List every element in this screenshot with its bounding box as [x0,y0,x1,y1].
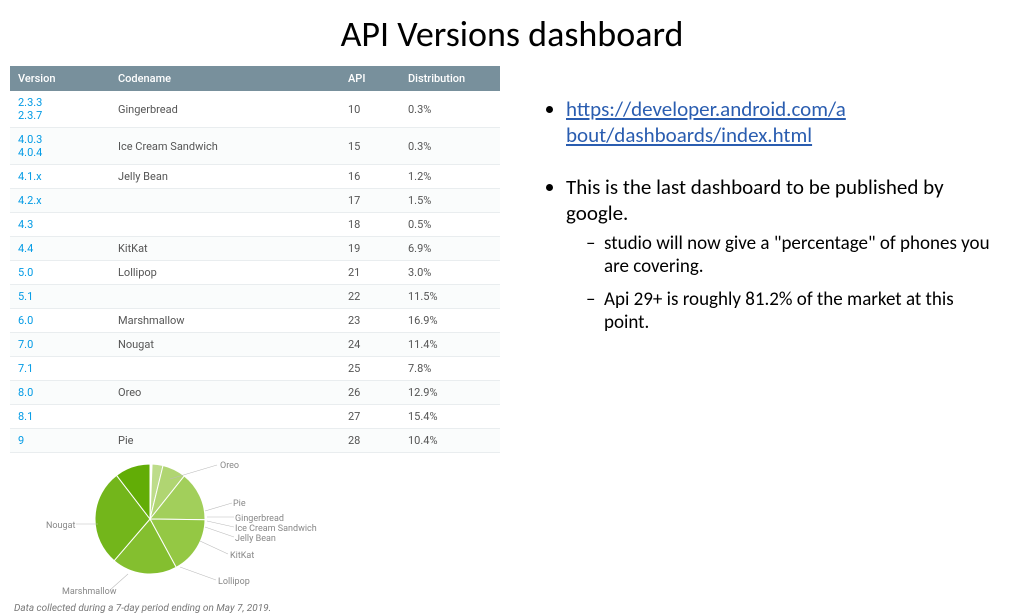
cell-dist: 0.3% [400,128,500,165]
pie-svg [90,459,210,579]
cell-dist: 6.9% [400,237,500,261]
cell-version: 5.0 [10,261,110,285]
pie-label-gingerbread: Gingerbread [235,514,284,524]
pie-label-jellybean: Jelly Bean [235,534,276,544]
cell-codename: Jelly Bean [110,165,340,189]
cell-api: 21 [340,261,400,285]
cell-codename: Gingerbread [110,91,340,128]
cell-dist: 11.4% [400,333,500,357]
cell-api: 24 [340,333,400,357]
cell-api: 16 [340,165,400,189]
cell-api: 19 [340,237,400,261]
cell-api: 10 [340,91,400,128]
col-codename: Codename [110,66,340,91]
cell-version: 7.0 [10,333,110,357]
cell-dist: 12.9% [400,381,500,405]
table-row: 8.1 2715.4% [10,405,500,429]
cell-dist: 10.4% [400,429,500,453]
cell-codename: Marshmallow [110,309,340,333]
cell-api: 22 [340,285,400,309]
cell-dist: 15.4% [400,405,500,429]
cell-codename [110,357,340,381]
cell-codename [110,405,340,429]
table-row: 4.4KitKat196.9% [10,237,500,261]
cell-api: 26 [340,381,400,405]
cell-codename [110,213,340,237]
table-row: 5.0Lollipop213.0% [10,261,500,285]
dashboard-link[interactable]: https://developer.android.com/about/dash… [566,96,846,148]
link-line1: https://developer.android.com/a [566,96,846,122]
cell-version: 2.3.32.3.7 [10,91,110,128]
cell-dist: 1.5% [400,189,500,213]
cell-api: 27 [340,405,400,429]
col-version: Version [10,66,110,91]
cell-dist: 11.5% [400,285,500,309]
cell-codename: Pie [110,429,340,453]
table-row: 7.1 257.8% [10,357,500,381]
cell-dist: 0.5% [400,213,500,237]
cell-version: 5.1 [10,285,110,309]
cell-dist: 16.9% [400,309,500,333]
pie-label-ics: Ice Cream Sandwich [235,524,317,534]
right-column: https://developer.android.com/about/dash… [510,56,1014,614]
bullet-last-dashboard: This is the last dashboard to be publish… [566,174,994,334]
table-row: 4.2.x 171.5% [10,189,500,213]
cell-api: 28 [340,429,400,453]
pie-label-lollipop: Lollipop [218,577,250,587]
cell-codename: Nougat [110,333,340,357]
cell-version: 9 [10,429,110,453]
cell-version: 8.1 [10,405,110,429]
pie-label-pie: Pie [233,499,246,509]
cell-version: 4.3 [10,213,110,237]
versions-table: Version Codename API Distribution 2.3.32… [10,66,500,453]
cell-version: 4.0.34.0.4 [10,128,110,165]
cell-dist: 3.0% [400,261,500,285]
cell-dist: 1.2% [400,165,500,189]
table-row: 5.1 2211.5% [10,285,500,309]
cell-dist: 0.3% [400,91,500,128]
table-row: 8.0Oreo2612.9% [10,381,500,405]
table-row: 2.3.32.3.7Gingerbread100.3% [10,91,500,128]
pie-label-oreo: Oreo [220,461,239,471]
pie-chart: Oreo Pie Gingerbread Ice Cream Sandwich … [10,459,500,599]
pie-label-nougat: Nougat [46,521,75,531]
cell-dist: 7.8% [400,357,500,381]
cell-api: 23 [340,309,400,333]
table-row: 9Pie2810.4% [10,429,500,453]
cell-api: 25 [340,357,400,381]
bullet-link: https://developer.android.com/about/dash… [566,96,994,148]
link-line2: bout/dashboards/index.html [566,122,812,148]
cell-version: 4.2.x [10,189,110,213]
table-row: 7.0Nougat2411.4% [10,333,500,357]
cell-codename: Oreo [110,381,340,405]
sub-bullet-studio: studio will now give a "percentage" of p… [586,232,994,278]
cell-api: 18 [340,213,400,237]
page-title: API Versions dashboard [0,0,1024,56]
pie-label-marshmallow: Marshmallow [62,587,116,597]
cell-api: 17 [340,189,400,213]
cell-version: 6.0 [10,309,110,333]
sub-bullet-api29: Api 29+ is roughly 81.2% of the market a… [586,288,994,334]
cell-version: 7.1 [10,357,110,381]
cell-codename: Ice Cream Sandwich [110,128,340,165]
table-row: 4.3 180.5% [10,213,500,237]
pie-label-kitkat: KitKat [230,551,254,561]
footnote: Data collected during a 7-day period end… [10,603,510,614]
cell-codename: Lollipop [110,261,340,285]
cell-version: 8.0 [10,381,110,405]
bullet-last-text: This is the last dashboard to be publish… [566,174,944,226]
table-row: 4.0.34.0.4Ice Cream Sandwich150.3% [10,128,500,165]
col-api: API [340,66,400,91]
table-row: 4.1.xJelly Bean161.2% [10,165,500,189]
cell-codename [110,285,340,309]
cell-codename [110,189,340,213]
cell-version: 4.4 [10,237,110,261]
left-column: Version Codename API Distribution 2.3.32… [10,56,510,614]
cell-api: 15 [340,128,400,165]
cell-codename: KitKat [110,237,340,261]
table-row: 6.0Marshmallow2316.9% [10,309,500,333]
cell-version: 4.1.x [10,165,110,189]
col-distribution: Distribution [400,66,500,91]
